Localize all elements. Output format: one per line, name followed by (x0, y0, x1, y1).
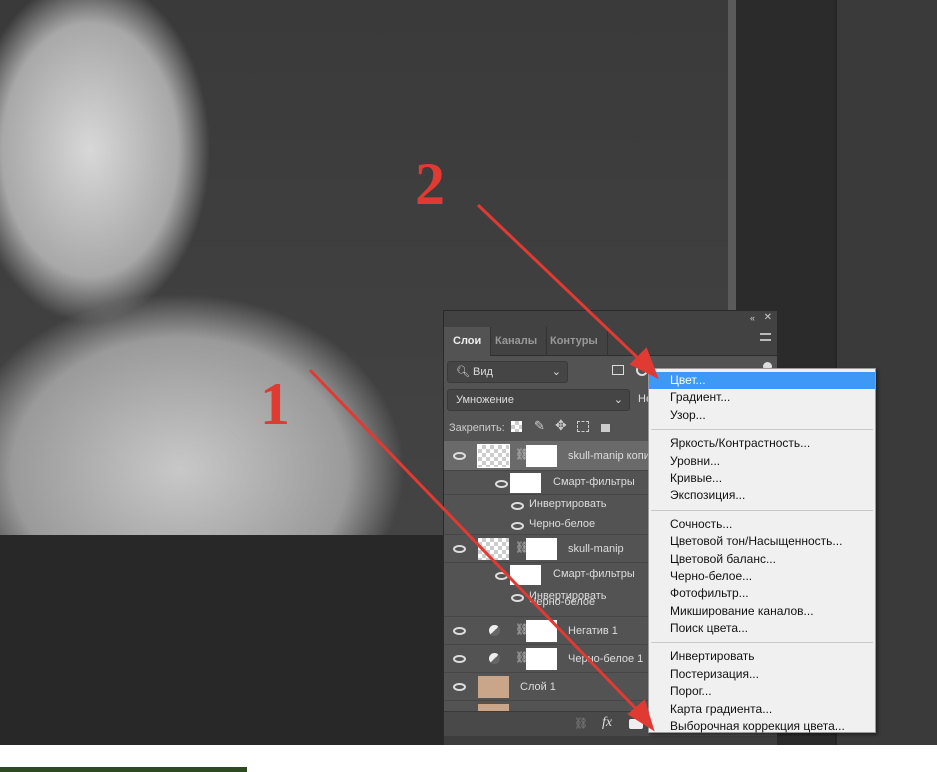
arrow-1-line (308, 368, 644, 717)
annotation-arrows (308, 203, 659, 732)
arrow-2-line (476, 203, 642, 362)
annotation-2: 2 (415, 151, 445, 217)
annotation-1: 1 (260, 371, 290, 437)
